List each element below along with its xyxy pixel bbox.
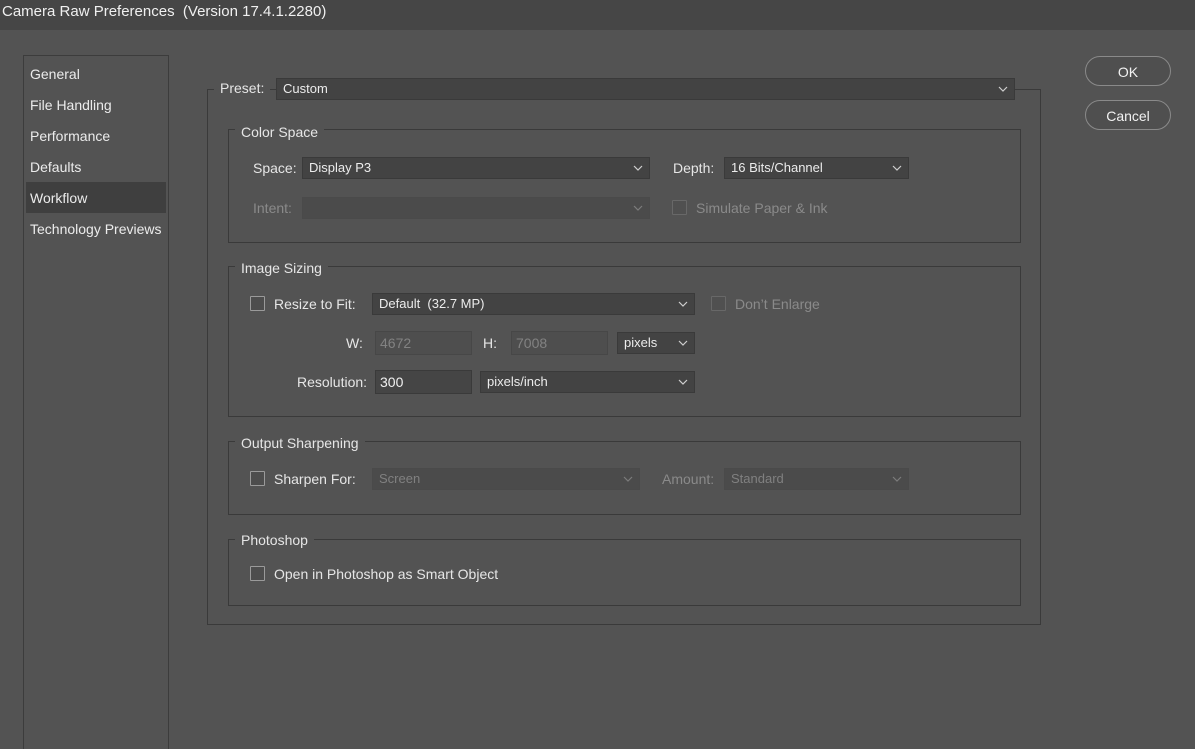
- resize-to-fit-checkbox[interactable]: [250, 296, 265, 311]
- size-units-select[interactable]: pixels: [617, 332, 695, 354]
- chevron-down-icon: [633, 198, 643, 211]
- sharpen-for-checkbox[interactable]: [250, 471, 265, 486]
- sidebar-item-workflow[interactable]: Workflow: [26, 182, 166, 213]
- sharpen-for-value: Screen: [379, 471, 421, 486]
- ok-button[interactable]: OK: [1085, 56, 1171, 86]
- intent-select[interactable]: [302, 197, 650, 219]
- chevron-down-icon: [892, 158, 902, 171]
- resize-value: Default (32.7 MP): [379, 296, 485, 311]
- preset-value: Custom: [283, 81, 328, 96]
- smart-object-label: Open in Photoshop as Smart Object: [274, 566, 499, 582]
- chevron-down-icon: [678, 294, 688, 307]
- chevron-down-icon: [892, 469, 902, 482]
- chevron-down-icon: [623, 469, 633, 482]
- intent-label: Intent:: [253, 200, 292, 216]
- depth-select[interactable]: 16 Bits/Channel: [724, 157, 909, 179]
- sharpen-for-label: Sharpen For:: [274, 471, 356, 487]
- chevron-down-icon: [998, 79, 1008, 92]
- space-label: Space:: [253, 160, 297, 176]
- preset-select[interactable]: Custom: [276, 78, 1015, 100]
- sharpen-for-select[interactable]: Screen: [372, 468, 640, 490]
- chevron-down-icon: [678, 333, 688, 346]
- smart-object-checkbox[interactable]: [250, 566, 265, 581]
- width-input[interactable]: 4672: [375, 331, 472, 355]
- chevron-down-icon: [633, 158, 643, 171]
- space-select[interactable]: Display P3: [302, 157, 650, 179]
- simulate-paper-ink-label: Simulate Paper & Ink: [696, 200, 828, 216]
- amount-value: Standard: [731, 471, 784, 486]
- title-bar: Camera Raw Preferences (Version 17.4.1.2…: [0, 0, 1195, 30]
- image-sizing-title: Image Sizing: [235, 259, 328, 277]
- sidebar-item-general[interactable]: General: [26, 59, 166, 89]
- preferences-sidebar: General File Handling Performance Defaul…: [23, 55, 169, 749]
- sidebar-item-file-handling[interactable]: File Handling: [26, 90, 166, 120]
- resolution-label: Resolution:: [297, 374, 368, 390]
- amount-label: Amount:: [662, 471, 715, 487]
- sidebar-item-performance[interactable]: Performance: [26, 121, 166, 151]
- window-title: Camera Raw Preferences (Version 17.4.1.2…: [2, 3, 327, 20]
- chevron-down-icon: [678, 372, 688, 385]
- width-label: W:: [346, 335, 363, 351]
- sidebar-item-defaults[interactable]: Defaults: [26, 152, 166, 182]
- dont-enlarge-label: Don’t Enlarge: [735, 296, 820, 312]
- amount-select[interactable]: Standard: [724, 468, 909, 490]
- preset-label: Preset:: [214, 80, 271, 96]
- height-label: H:: [483, 335, 497, 351]
- output-sharpening-title: Output Sharpening: [235, 434, 365, 452]
- size-units-value: pixels: [624, 335, 658, 350]
- photoshop-title: Photoshop: [235, 531, 314, 549]
- dont-enlarge-checkbox[interactable]: [711, 296, 726, 311]
- color-space-title: Color Space: [235, 123, 325, 141]
- space-value: Display P3: [309, 160, 372, 175]
- resize-to-fit-select[interactable]: Default (32.7 MP): [372, 293, 695, 315]
- resolution-units-value: pixels/inch: [487, 374, 548, 389]
- simulate-paper-ink-checkbox[interactable]: [672, 200, 687, 215]
- cancel-button[interactable]: Cancel: [1085, 100, 1171, 130]
- color-space-group: [228, 129, 1021, 243]
- height-input[interactable]: 7008: [511, 331, 608, 355]
- resize-to-fit-label: Resize to Fit:: [274, 296, 356, 312]
- resolution-units-select[interactable]: pixels/inch: [480, 371, 695, 393]
- resolution-input[interactable]: 300: [375, 370, 472, 394]
- depth-label: Depth:: [673, 160, 715, 176]
- depth-value: 16 Bits/Channel: [731, 160, 823, 175]
- sidebar-item-technology-previews[interactable]: Technology Previews: [26, 214, 166, 244]
